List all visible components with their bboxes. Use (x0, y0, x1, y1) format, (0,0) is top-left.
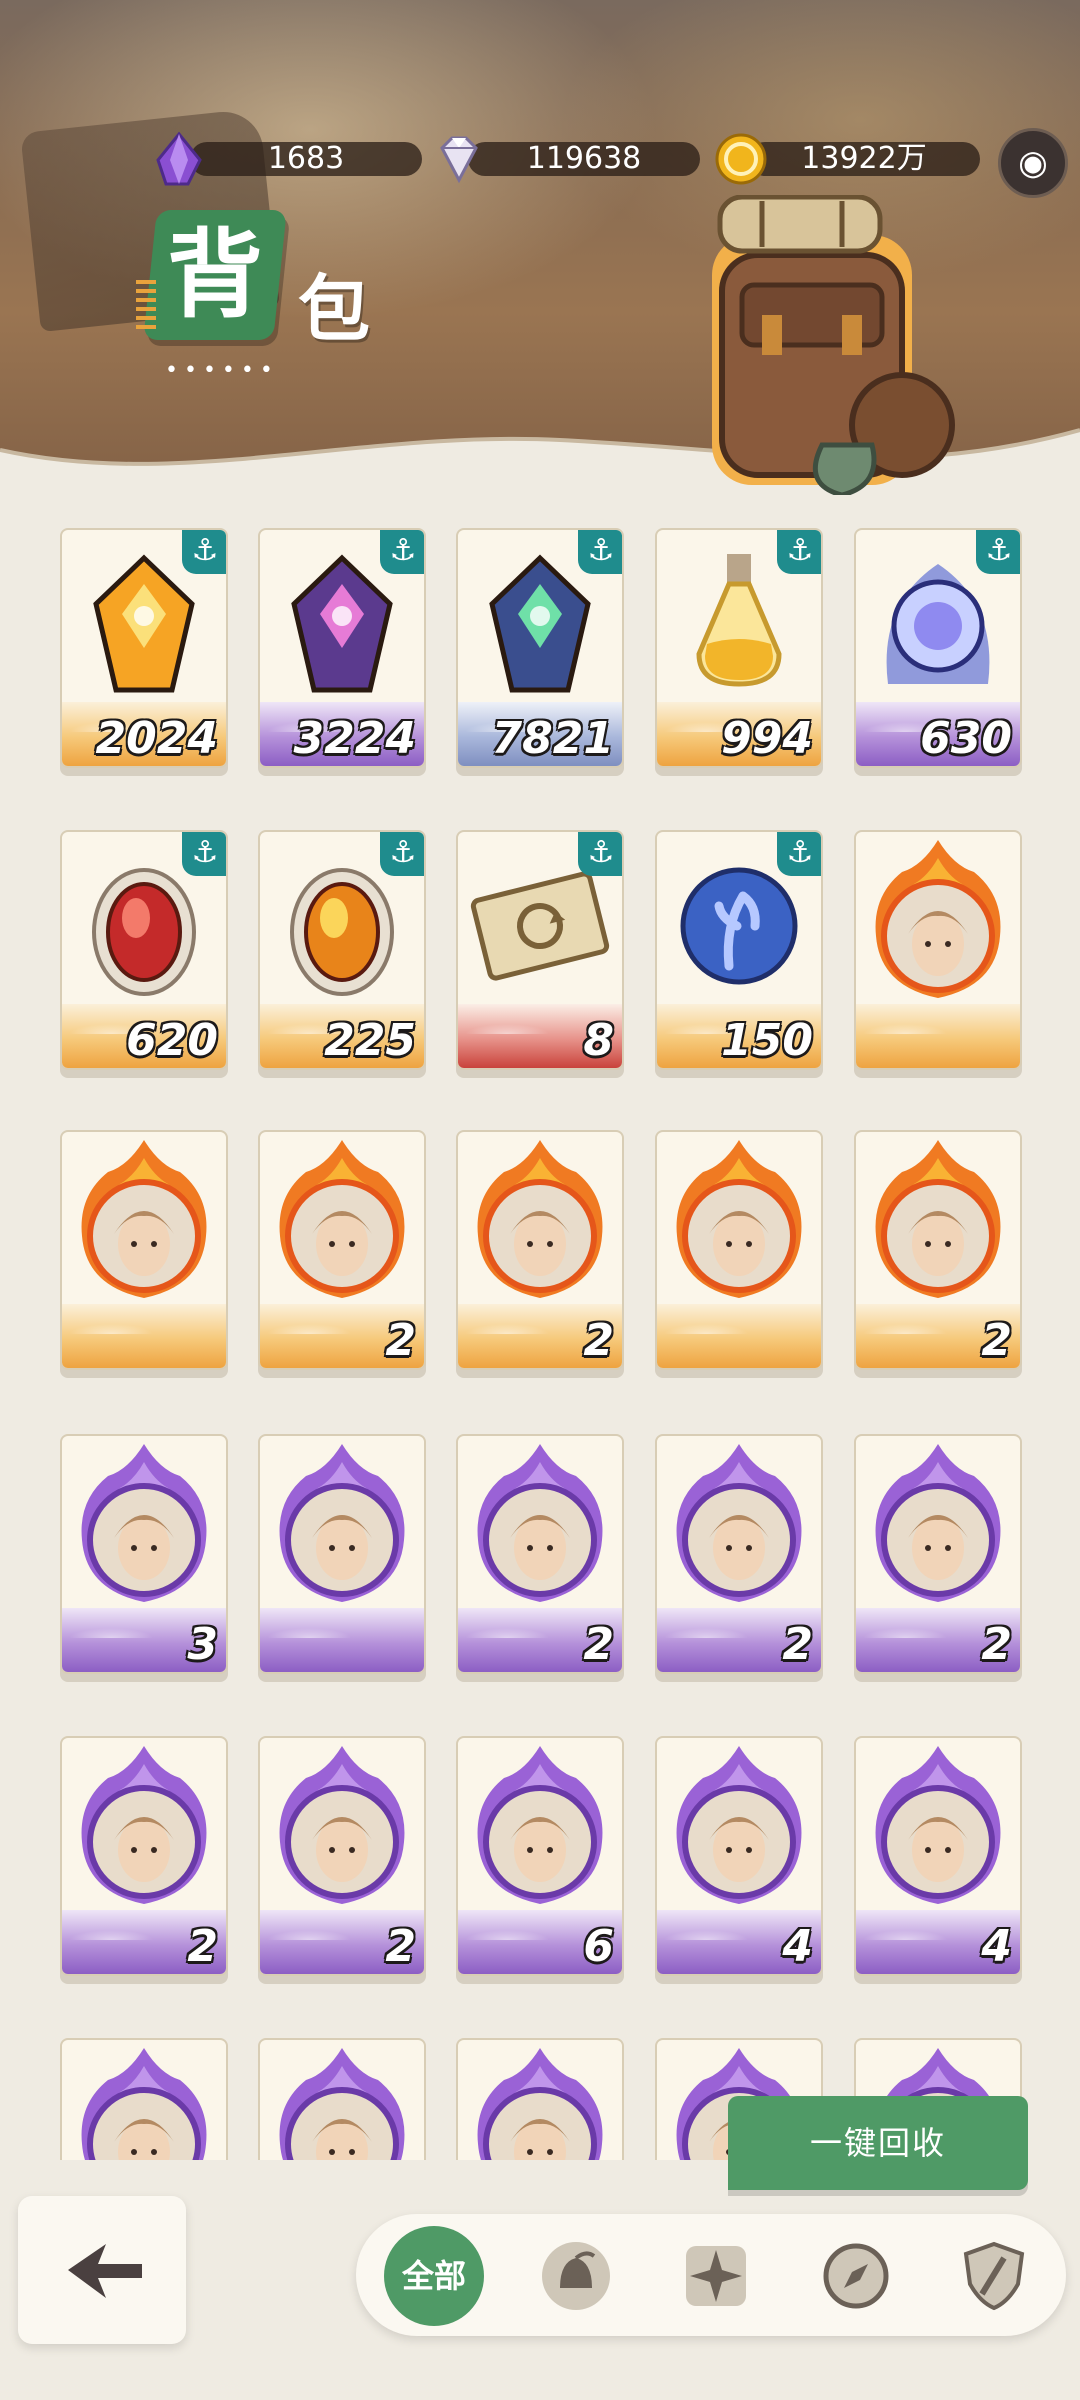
inventory-item[interactable]: ⚓ 7821 (456, 528, 624, 768)
money-bag-button[interactable]: ◉ (998, 128, 1068, 198)
anchor-lock-icon: ⚓ (380, 530, 424, 574)
inventory-item[interactable]: ⚓ 620 (60, 830, 228, 1070)
item-count: 2 (583, 1315, 614, 1366)
hero-card-item[interactable] (456, 2038, 624, 2160)
card-rarity-band (62, 1304, 226, 1368)
currency-purple-crystal-value: 1683 (267, 141, 345, 176)
inventory-item[interactable]: ⚓ 8 (456, 830, 624, 1070)
anchor-lock-icon: ⚓ (777, 832, 821, 876)
helmet-tab-icon[interactable] (538, 2238, 614, 2314)
hero-card-item[interactable] (60, 2038, 228, 2160)
hero-card-item[interactable]: 2 (456, 1434, 624, 1674)
currency-diamond: 119638 (468, 142, 700, 176)
back-button[interactable] (18, 2196, 186, 2344)
inventory-item[interactable]: ⚓ 150 (655, 830, 823, 1070)
hero-card-item[interactable]: 2 (655, 1434, 823, 1674)
item-count: 3 (187, 1619, 218, 1670)
anchor-lock-icon: ⚓ (182, 832, 226, 876)
anchor-lock-icon: ⚓ (777, 530, 821, 574)
item-count: 150 (721, 1015, 813, 1066)
hero-card-item[interactable]: 2 (258, 1736, 426, 1976)
hero-card-item[interactable]: 2 (854, 1130, 1022, 1370)
backpack-illustration (712, 195, 955, 495)
hero-card-item[interactable]: 2 (456, 1130, 624, 1370)
item-count: 7821 (491, 713, 614, 764)
star-compass-tab-icon[interactable] (678, 2238, 754, 2314)
item-count: 620 (126, 1015, 218, 1066)
item-count: 2 (583, 1619, 614, 1670)
hero-card-item[interactable] (258, 2038, 426, 2160)
item-count: 630 (920, 713, 1012, 764)
hero-card-item[interactable]: 2 (60, 1736, 228, 1976)
item-count: 2 (187, 1921, 218, 1972)
hero-card-item[interactable]: 6 (456, 1736, 624, 1976)
item-count: 3224 (293, 713, 416, 764)
page-title-main: 背 (167, 219, 263, 331)
money-bag-icon: ◉ (1018, 143, 1048, 183)
gold-coin-icon (715, 133, 767, 185)
inventory-grid: ⚓ 2024 ⚓ 3224 ⚓ 7821 ⚓ 994 ⚓ 630 ⚓ 620 ⚓ 225 ⚓ 8 ⚓ 150 2 2 2… (0, 520, 1080, 2160)
item-count: 2 (981, 1315, 1012, 1366)
page-title-sub: 包 (298, 267, 371, 351)
compass-tab-icon[interactable] (818, 2238, 894, 2314)
item-count: 994 (721, 713, 813, 764)
inventory-item[interactable]: ⚓ 3224 (258, 528, 426, 768)
inventory-item[interactable]: ⚓ 994 (655, 528, 823, 768)
item-count: 2 (385, 1921, 416, 1972)
hero-card-item[interactable] (258, 1434, 426, 1674)
back-arrow-icon (68, 2244, 142, 2298)
currency-purple-crystal: 1683 (190, 142, 422, 176)
hero-card-item[interactable]: 2 (854, 1434, 1022, 1674)
item-count: 2024 (95, 713, 218, 764)
anchor-lock-icon: ⚓ (578, 832, 622, 876)
title-dots: •••••• (165, 358, 279, 383)
inventory-item[interactable]: ⚓ 2024 (60, 528, 228, 768)
anchor-lock-icon: ⚓ (578, 530, 622, 574)
hero-card-item[interactable]: 4 (854, 1736, 1022, 1976)
hero-card-item[interactable] (60, 1130, 228, 1370)
one-click-recycle-button[interactable]: 一键回收 (728, 2096, 1028, 2190)
item-count: 8 (583, 1015, 614, 1066)
item-count: 2 (782, 1619, 813, 1670)
inventory-item[interactable]: ⚓ 630 (854, 528, 1022, 768)
anchor-lock-icon: ⚓ (182, 530, 226, 574)
purple-crystal-icon (156, 131, 202, 186)
currency-diamond-value: 119638 (526, 141, 642, 176)
currency-gold: 13922万 (748, 142, 980, 176)
item-count: 225 (324, 1015, 416, 1066)
card-rarity-band (260, 1608, 424, 1672)
shield-tab-icon[interactable] (956, 2238, 1032, 2314)
tab-all[interactable]: 全部 (384, 2226, 484, 2326)
anchor-lock-icon: ⚓ (976, 530, 1020, 574)
item-count: 6 (583, 1921, 614, 1972)
currency-gold-value: 13922万 (801, 141, 927, 176)
hero-card-item[interactable] (854, 830, 1022, 1070)
item-count: 2 (385, 1315, 416, 1366)
item-count: 4 (782, 1921, 813, 1972)
hero-card-item[interactable] (655, 1130, 823, 1370)
hero-card-item[interactable]: 3 (60, 1434, 228, 1674)
item-count: 2 (981, 1619, 1012, 1670)
anchor-lock-icon: ⚓ (380, 832, 424, 876)
card-rarity-band (856, 1004, 1020, 1068)
card-rarity-band (657, 1304, 821, 1368)
inventory-item[interactable]: ⚓ 225 (258, 830, 426, 1070)
hero-card-item[interactable]: 2 (258, 1130, 426, 1370)
item-count: 4 (981, 1921, 1012, 1972)
hero-card-item[interactable]: 4 (655, 1736, 823, 1976)
diamond-icon (440, 136, 478, 184)
